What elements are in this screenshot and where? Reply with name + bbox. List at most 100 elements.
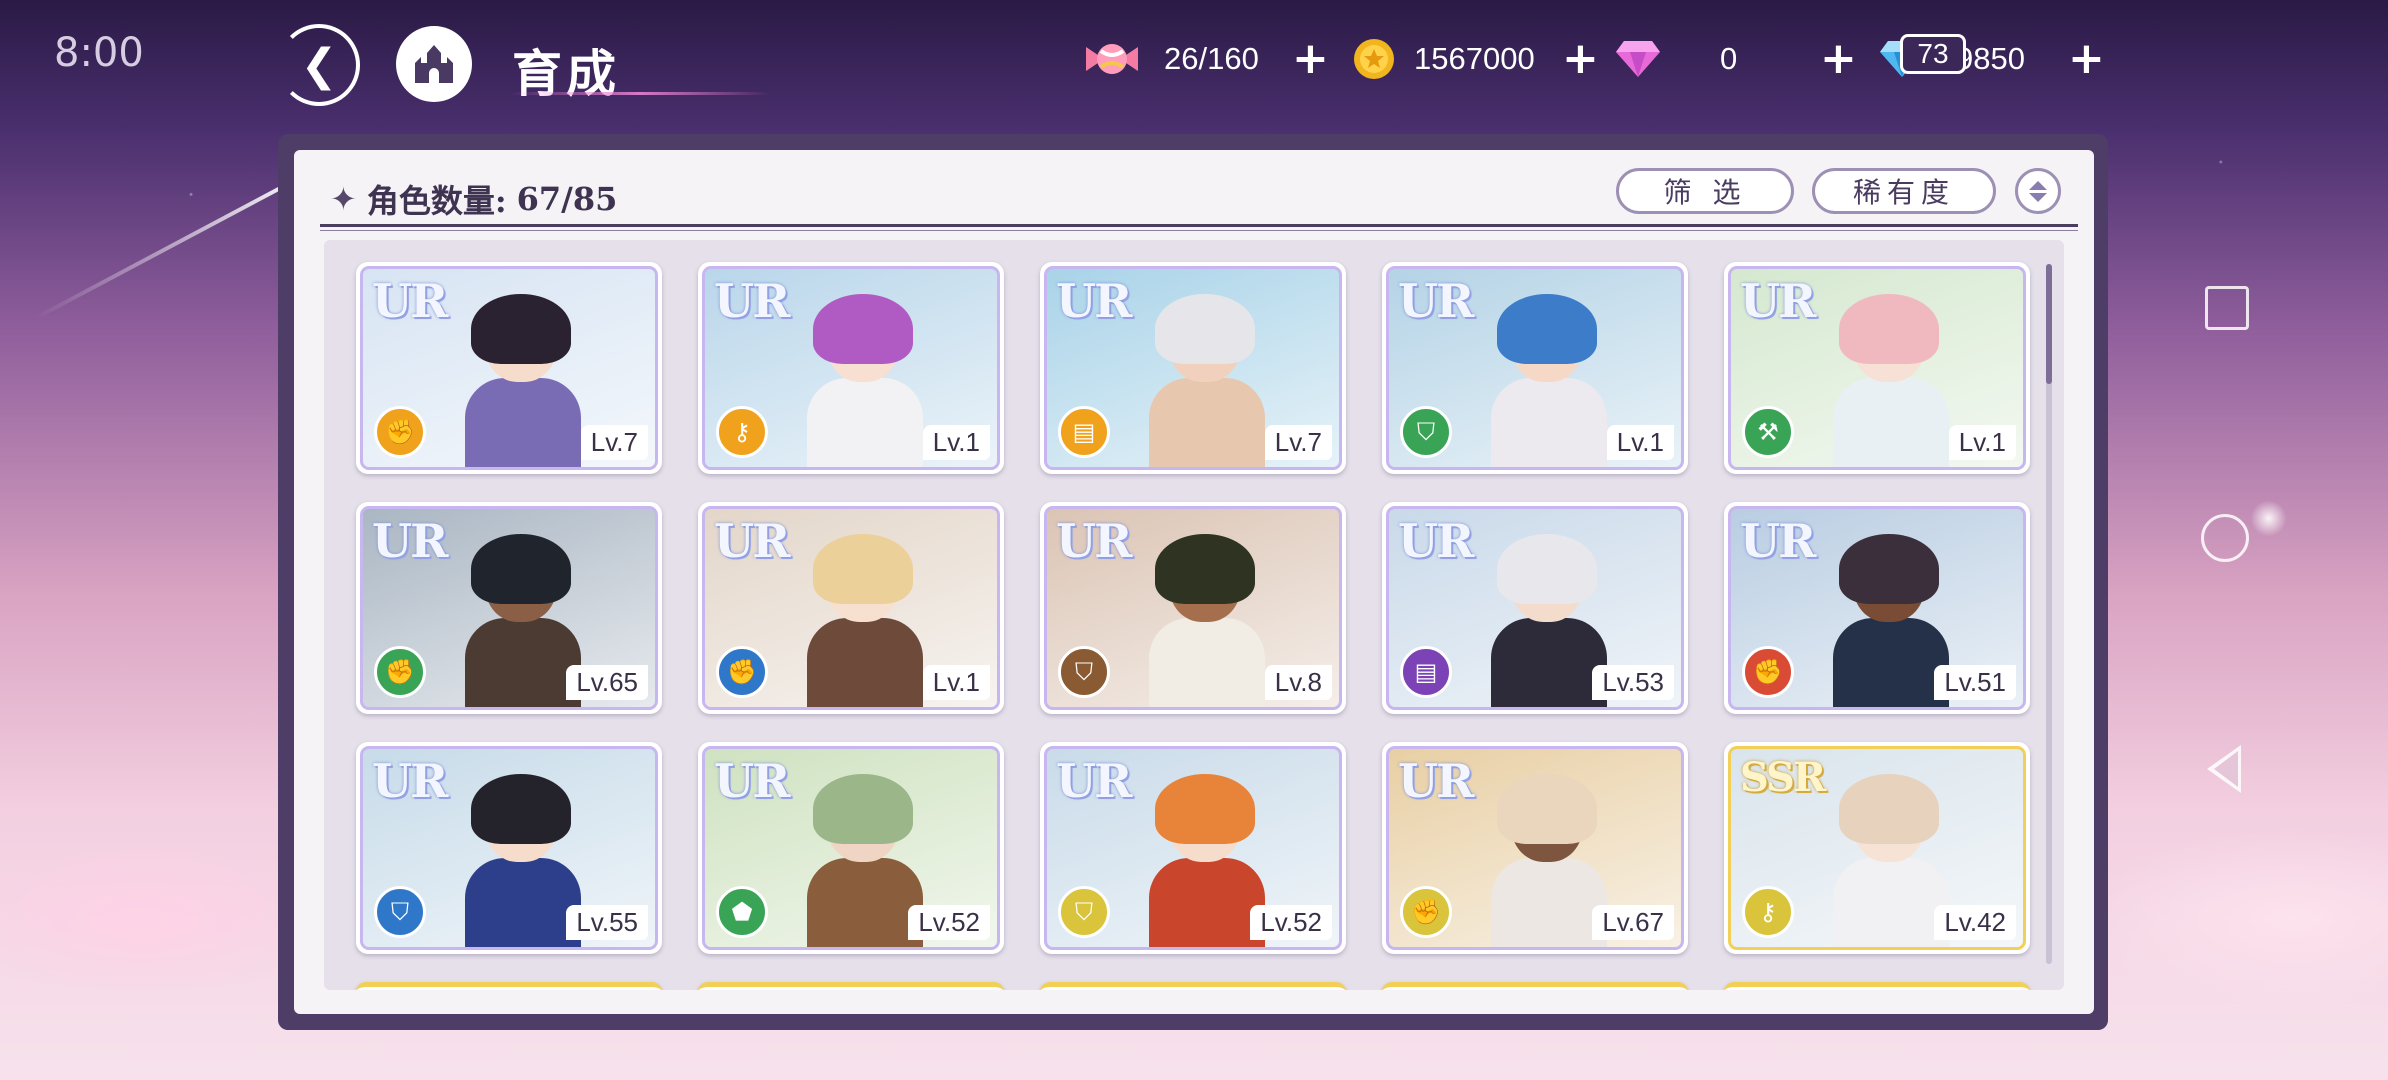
triangle-back-icon-inner [2214,751,2238,787]
character-card[interactable]: UR ▤ Lv.53 [1382,502,1688,714]
shield-icon: ⛉ [1400,406,1452,458]
crystal-value: 9850 [1956,41,2025,76]
fist-icon: ✊ [1400,886,1452,938]
divider [320,230,2078,231]
character-card[interactable]: UR ⛉ Lv.52 [1040,742,1346,954]
sparkle-icon: ✦ [330,180,357,218]
character-card-partial[interactable] [1382,982,1688,990]
book-icon: ▤ [1058,406,1110,458]
character-card[interactable]: UR ✊ Lv.51 [1724,502,2030,714]
portrait-hair [471,534,571,604]
character-portrait-bg: UR ⛉ Lv.1 [1388,268,1682,468]
element-glyph: ✊ [385,658,415,686]
portrait-hair [813,294,913,364]
title-decoration [510,92,770,95]
circle-icon[interactable] [2201,514,2249,562]
level-label: Lv.53 [1592,665,1674,700]
filter-button[interactable]: 筛 选 [1616,168,1794,214]
character-portrait-bg: UR ⛉ Lv.8 [1046,508,1340,708]
sort-order-button[interactable] [2015,168,2061,214]
character-portrait [465,534,581,708]
portrait-body [465,378,581,468]
square-icon[interactable] [2205,286,2249,330]
portrait-hair [471,774,571,844]
rarity-label: UR [1056,754,1132,808]
level-label: Lv.42 [1934,905,2016,940]
character-portrait [1491,534,1607,708]
character-card-partial[interactable] [1724,982,2030,990]
character-card[interactable]: UR ⛉ Lv.1 [1382,262,1688,474]
level-label: Lv.51 [1934,665,2016,700]
portrait-body [1491,858,1607,948]
key-icon: ⚷ [1742,886,1794,938]
back-button[interactable]: ❮ [278,24,360,106]
character-portrait [1149,534,1265,708]
diamond-icon [1614,39,1662,79]
character-card[interactable]: UR ⬟ Lv.52 [698,742,1004,954]
gem-value: 0 [1720,41,1738,76]
count-label: 角色数量: [366,182,507,220]
character-card-partial[interactable] [356,982,662,990]
rarity-label: SSR [1740,754,1826,801]
character-portrait [1491,774,1607,948]
character-portrait [807,774,923,948]
character-count: ✦ 角色数量: 67/85 [330,176,617,222]
character-card[interactable]: UR ✊ Lv.7 [356,262,662,474]
sort-rarity-button[interactable]: 稀有度 [1812,168,1996,214]
character-card[interactable]: SSR ⚷ Lv.42 [1724,742,2030,954]
character-portrait [1833,774,1949,948]
rarity-label: UR [372,274,448,328]
element-glyph: ⚷ [733,418,751,446]
character-card[interactable]: UR ✊ Lv.65 [356,502,662,714]
portrait-hair [1155,534,1255,604]
rarity-label: UR [714,754,790,808]
add-gems-button[interactable]: + [1820,37,1857,81]
portrait-body [1149,618,1265,708]
add-crystals-button[interactable]: + [2068,37,2105,81]
sort-up-icon [2029,180,2047,190]
level-label: Lv.52 [1250,905,1332,940]
portrait-hair [1839,294,1939,364]
character-card[interactable]: UR ⛉ Lv.55 [356,742,662,954]
add-candy-button[interactable]: + [1292,37,1329,81]
add-coins-button[interactable]: + [1562,37,1599,81]
notification-badge: 73 [1900,34,1966,74]
character-card-partial[interactable] [1040,982,1346,990]
portrait-hair [813,534,913,604]
character-grid[interactable]: UR ✊ Lv.7 UR ⚷ Lv.1 UR ▤ Lv.7 UR ⛉ Lv.1 UR ⚒ Lv.1 UR ✊ Lv… [324,240,2064,990]
candy-value: 26/160 [1164,41,1259,76]
rarity-label: UR [372,514,448,568]
character-card[interactable]: UR ⛉ Lv.8 [1040,502,1346,714]
character-portrait-bg: UR ✊ Lv.51 [1730,508,2024,708]
rarity-label: UR [714,274,790,328]
element-glyph: ✊ [1411,898,1441,926]
character-portrait-bg: UR ⬟ Lv.52 [704,748,998,948]
character-card[interactable]: UR ⚒ Lv.1 [1724,262,2030,474]
candy-resource: 26/160 + [1082,28,1329,90]
character-card-partial[interactable] [698,982,1004,990]
character-card[interactable]: UR ⚷ Lv.1 [698,262,1004,474]
character-card[interactable]: UR ▤ Lv.7 [1040,262,1346,474]
portrait-body [1149,858,1265,948]
scrollbar-thumb[interactable] [2046,264,2052,384]
rarity-label: UR [1398,514,1474,568]
fist-icon: ✊ [716,646,768,698]
character-portrait [1833,294,1949,468]
level-label: Lv.7 [1264,425,1332,460]
portrait-hair [1497,294,1597,364]
element-glyph: ⛉ [1075,898,1093,926]
element-glyph: ▤ [1414,658,1438,686]
gem-resource: 0 + [1614,28,1857,90]
character-portrait-bg: UR ✊ Lv.1 [704,508,998,708]
home-button[interactable] [396,26,472,102]
shield-icon: ⛉ [374,886,426,938]
fist-icon: ✊ [1742,646,1794,698]
portrait-body [1491,618,1607,708]
portrait-body [1833,378,1949,468]
shooting-star-decoration [35,184,285,320]
level-label: Lv.65 [566,665,648,700]
character-card[interactable]: UR ✊ Lv.1 [698,502,1004,714]
character-card[interactable]: UR ✊ Lv.67 [1382,742,1688,954]
character-portrait [1833,534,1949,708]
character-portrait [1149,294,1265,468]
